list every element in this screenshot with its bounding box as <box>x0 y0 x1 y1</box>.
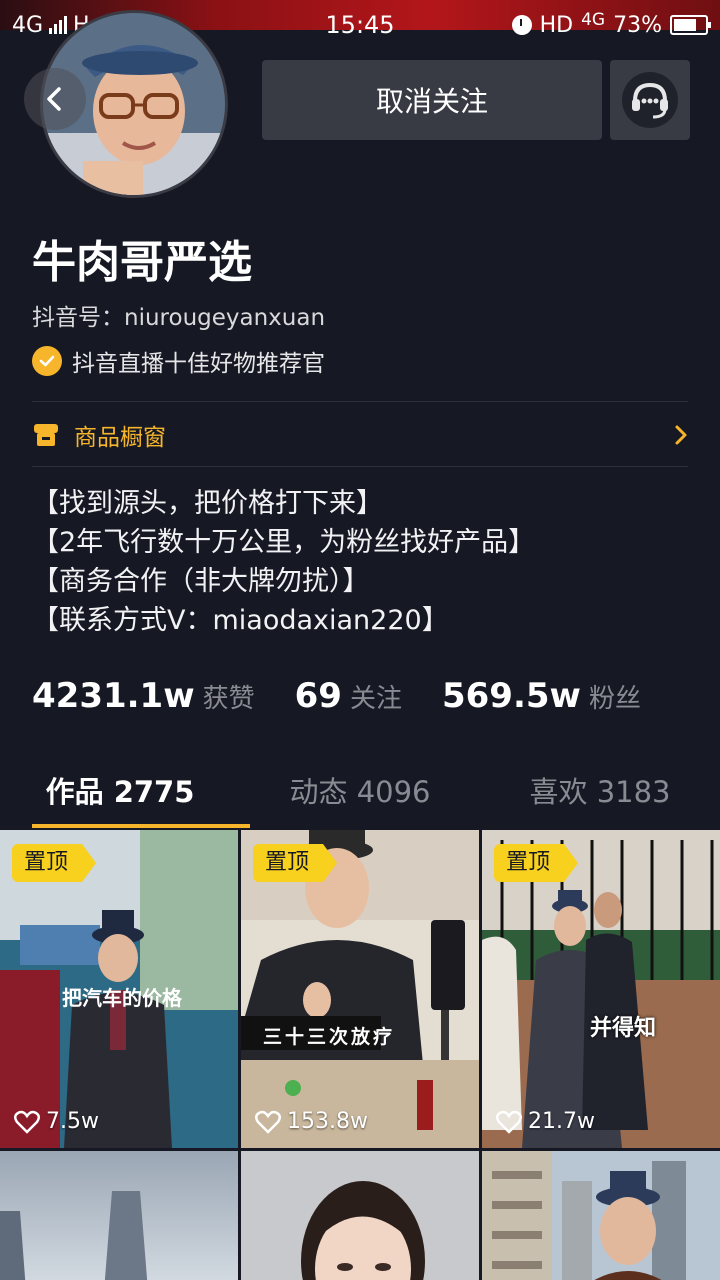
hd-label: HD <box>539 12 574 38</box>
video-thumbnail[interactable] <box>241 1151 479 1280</box>
fans-label: 粉丝 <box>588 684 641 714</box>
shop-window-link[interactable]: 商品橱窗 <box>32 404 688 466</box>
video-thumbnail[interactable] <box>482 1151 720 1280</box>
divider <box>32 401 688 402</box>
heart-icon <box>496 1110 522 1134</box>
heart-icon <box>255 1110 281 1134</box>
video-thumbnail-image <box>482 1151 720 1280</box>
douyin-id: 抖音号：niurougeyanxuan <box>32 305 326 331</box>
video-thumbnail-image <box>0 1151 238 1280</box>
chevron-right-icon <box>675 425 687 445</box>
fans-stat[interactable]: 569.5w 粉丝 <box>442 676 641 716</box>
video-likes-count: 21.7w <box>528 1109 595 1134</box>
heart-icon <box>14 1110 40 1134</box>
video-caption: 并得知 <box>590 1016 657 1041</box>
back-button[interactable] <box>24 68 86 130</box>
likes-count: 4231.1w <box>32 676 195 716</box>
likes-stat[interactable]: 4231.1w 获赞 <box>32 676 255 716</box>
video-likes: 7.5w <box>14 1109 99 1134</box>
pinned-badge: 置顶 <box>12 844 97 882</box>
chevron-left-icon <box>47 87 61 111</box>
video-thumbnail[interactable] <box>0 1151 238 1280</box>
verified-check-icon <box>32 346 62 376</box>
following-label: 关注 <box>349 684 402 714</box>
shop-icon <box>34 424 58 446</box>
profile-tabs: 作品 2775 动态 4096 喜欢 3183 <box>0 762 720 828</box>
bio-line: 【2年飞行数十万公里，为粉丝找好产品】 <box>32 527 536 558</box>
bio-line: 【找到源头，把价格打下来】 <box>32 488 383 519</box>
video-grid: 置顶 把汽车的价格 7.5w 置顶 三十三次放疗 153.8w 置顶 并得知 2… <box>0 830 720 1280</box>
video-likes: 21.7w <box>496 1109 595 1134</box>
bio-line: 【联系方式V：miaodaxian220】 <box>32 605 449 636</box>
unfollow-button[interactable]: 取消关注 <box>262 60 602 140</box>
status-right: HD 4G 73% <box>511 10 711 38</box>
pinned-badge: 置顶 <box>494 844 579 882</box>
bio: 【找到源头，把价格打下来】 【2年飞行数十万公里，为粉丝找好产品】 【商务合作（… <box>32 484 535 640</box>
shop-window-label: 商品橱窗 <box>74 425 166 451</box>
tab-likes[interactable]: 喜欢 3183 <box>480 762 720 828</box>
video-thumbnail[interactable]: 置顶 三十三次放疗 153.8w <box>241 830 479 1148</box>
video-thumbnail-image <box>241 1151 479 1280</box>
tab-works[interactable]: 作品 2775 <box>0 762 250 828</box>
pinned-badge: 置顶 <box>253 844 338 882</box>
video-likes-count: 7.5w <box>46 1109 99 1134</box>
bio-line: 【商务合作（非大牌勿扰）】 <box>32 566 370 597</box>
signal-strength-icon <box>49 16 68 34</box>
verification-row: 抖音直播十佳好物推荐官 <box>32 344 325 378</box>
following-count: 69 <box>294 676 342 716</box>
battery-percent: 73% <box>613 12 662 38</box>
battery-icon <box>670 15 711 35</box>
video-thumbnail[interactable]: 置顶 把汽车的价格 7.5w <box>0 830 238 1148</box>
video-thumbnail[interactable]: 置顶 并得知 21.7w <box>482 830 720 1148</box>
battery-fill <box>674 19 696 31</box>
video-caption: 三十三次放疗 <box>263 1026 396 1048</box>
nickname: 牛肉哥严选 <box>32 237 252 288</box>
verification-text: 抖音直播十佳好物推荐官 <box>72 351 325 377</box>
video-caption: 把汽车的价格 <box>62 986 182 1010</box>
video-likes-count: 153.8w <box>287 1109 368 1134</box>
following-stat[interactable]: 69 关注 <box>295 676 402 716</box>
tab-moments[interactable]: 动态 4096 <box>240 762 480 828</box>
divider <box>32 466 688 467</box>
fans-count: 569.5w <box>441 676 581 716</box>
likes-label: 获赞 <box>202 684 255 714</box>
alarm-icon <box>511 15 532 35</box>
network-4g-label: 4G <box>581 10 606 30</box>
video-likes: 153.8w <box>255 1109 368 1134</box>
customer-service-button[interactable] <box>610 60 690 140</box>
network-type-label: 4G <box>12 12 44 38</box>
stats-row: 4231.1w 获赞 69 关注 569.5w 粉丝 <box>32 676 641 716</box>
headset-icon <box>622 72 678 128</box>
